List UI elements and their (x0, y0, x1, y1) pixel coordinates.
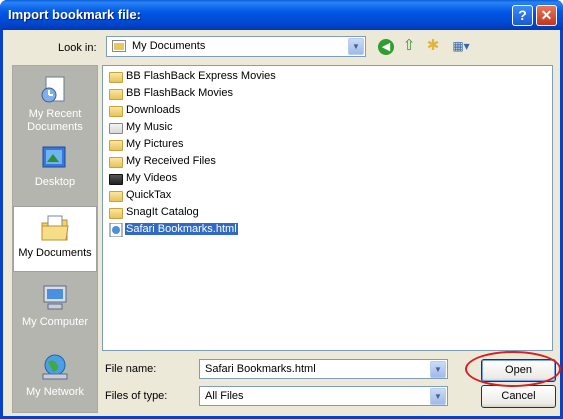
cancel-button[interactable]: Cancel (481, 385, 556, 408)
filename-value: Safari Bookmarks.html (205, 363, 316, 375)
chevron-down-icon[interactable]: ▼ (430, 388, 446, 405)
place-desktop[interactable]: Desktop (13, 136, 97, 202)
dialog-body: Look in: My Documents ▼ ◀ ⇧ ✱ ▦▾ My Rece… (3, 30, 561, 416)
folder-icon (108, 70, 124, 84)
filename-input[interactable]: Safari Bookmarks.html ▼ (199, 359, 448, 379)
back-icon[interactable]: ◀ (376, 36, 396, 56)
folder-icon (108, 104, 124, 118)
highlight-annotation (465, 351, 561, 387)
help-button[interactable]: ? (512, 5, 533, 26)
dialog-title: Import bookmark file: (8, 7, 141, 22)
my-documents-icon (41, 215, 69, 241)
pictures-folder-icon (108, 138, 124, 152)
up-folder-icon[interactable]: ⇧ (399, 36, 419, 56)
filetype-select[interactable]: All Files ▼ (199, 386, 448, 406)
my-computer-icon (43, 285, 67, 310)
filename-label: File name: (105, 363, 157, 375)
chevron-down-icon[interactable]: ▼ (430, 361, 446, 378)
html-file-icon (108, 222, 124, 238)
place-label: My Network (25, 386, 85, 398)
view-menu-icon[interactable]: ▦▾ (448, 36, 474, 56)
import-bookmark-dialog: Import bookmark file: ? ✕ Look in: My Do… (0, 0, 563, 419)
folder-icon (108, 206, 124, 220)
lookin-dropdown[interactable]: My Documents ▼ (106, 36, 366, 57)
close-button[interactable]: ✕ (536, 5, 557, 26)
chevron-down-icon[interactable]: ▼ (348, 38, 364, 55)
folder-icon (112, 40, 126, 52)
music-folder-icon (108, 121, 124, 135)
videos-folder-icon (108, 172, 124, 186)
title-bar[interactable]: Import bookmark file: ? ✕ (0, 0, 563, 30)
place-label: Desktop (34, 176, 76, 188)
desktop-icon (42, 146, 66, 168)
place-my-documents[interactable]: My Documents (13, 206, 97, 272)
places-bar: My Recent Documents Desktop My Documents (12, 65, 98, 413)
place-my-computer[interactable]: My Computer (13, 276, 97, 342)
lookin-value: My Documents (132, 40, 206, 52)
place-label: My Documents (18, 247, 92, 259)
place-label: My Recent Documents (27, 108, 83, 133)
my-network-icon (42, 354, 68, 380)
recent-documents-icon (41, 76, 65, 103)
folder-icon (108, 189, 124, 203)
place-my-recent-documents[interactable]: My Recent Documents (13, 68, 97, 134)
new-folder-icon[interactable]: ✱ (423, 36, 443, 56)
lookin-label: Look in: (58, 42, 97, 54)
filetype-value: All Files (205, 390, 244, 402)
filetype-label: Files of type: (105, 390, 168, 402)
file-list[interactable]: BB FlashBack Express Movies BB FlashBack… (102, 65, 553, 351)
folder-icon (108, 87, 124, 101)
place-my-network[interactable]: My Network (13, 346, 97, 412)
folder-icon (108, 155, 124, 169)
place-label: My Computer (21, 316, 89, 328)
